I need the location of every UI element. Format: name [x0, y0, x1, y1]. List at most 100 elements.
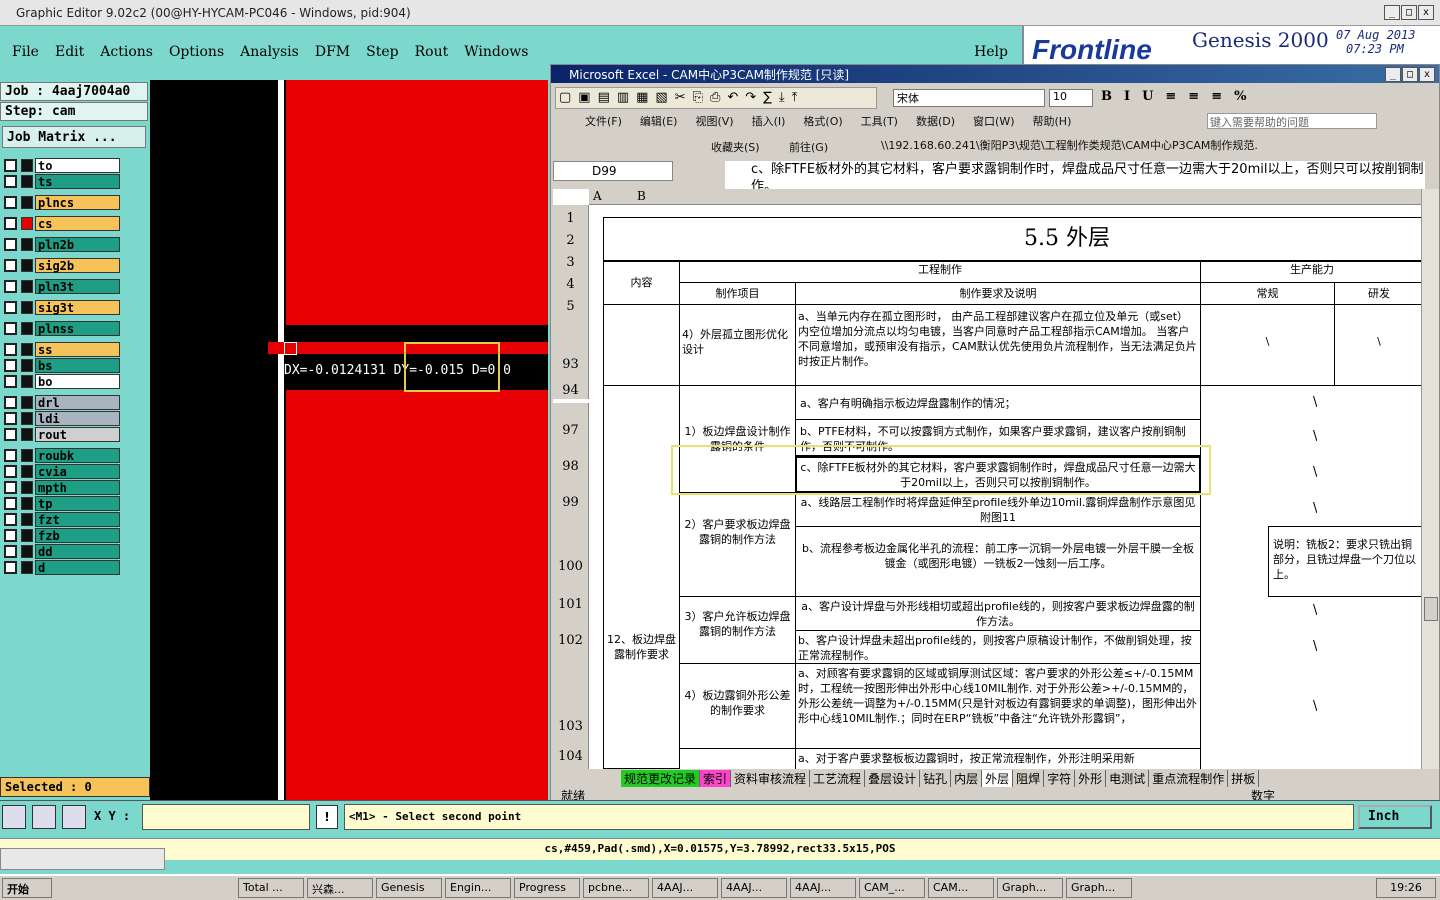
- sheet-tab[interactable]: 工艺流程: [810, 769, 866, 787]
- sheet-tab[interactable]: 内层: [951, 769, 983, 787]
- layer-checkbox[interactable]: [4, 561, 17, 574]
- row-header[interactable]: 2: [553, 227, 589, 249]
- address-bar[interactable]: \\192.168.60.241\衡阳P3\规范\工程制作类规范\CAM中心P3…: [881, 137, 1281, 153]
- layer-row[interactable]: cvia: [4, 464, 120, 479]
- task-button[interactable]: Engin...: [445, 878, 511, 898]
- zoom-tool-icon[interactable]: [2, 805, 26, 829]
- task-button[interactable]: Progress: [514, 878, 580, 898]
- menu-options[interactable]: Options: [169, 44, 224, 60]
- layer-checkbox[interactable]: [4, 217, 17, 230]
- ime-bar[interactable]: [0, 848, 165, 870]
- standard-toolbar[interactable]: ▢▣▤▥▦▧✂⎘⎙↶↷∑⤓⤒: [555, 87, 877, 109]
- layer-checkbox[interactable]: [4, 175, 17, 188]
- layer-row[interactable]: drl: [4, 395, 120, 410]
- favorites-menu[interactable]: 收藏夹(S): [711, 139, 760, 155]
- minimize-button[interactable]: _: [1384, 5, 1400, 20]
- task-button[interactable]: Genesis: [376, 878, 442, 898]
- row-header[interactable]: 104: [553, 735, 589, 765]
- layer-checkbox[interactable]: [4, 359, 17, 372]
- grid-tool-icon[interactable]: [62, 805, 86, 829]
- row-header[interactable]: 98: [553, 439, 589, 475]
- menu-rout[interactable]: Rout: [415, 44, 449, 60]
- row-header[interactable]: 97: [553, 403, 589, 439]
- menu-help[interactable]: Help: [974, 44, 1008, 60]
- sheet-tab[interactable]: 外形: [1075, 769, 1107, 787]
- row-header[interactable]: 1: [553, 205, 589, 227]
- layer-row[interactable]: plnss: [4, 321, 120, 336]
- layer-row[interactable]: bo: [4, 374, 120, 389]
- scroll-thumb[interactable]: [1424, 597, 1438, 621]
- job-matrix-button[interactable]: Job Matrix ...: [2, 126, 146, 148]
- close-button[interactable]: x: [1418, 5, 1434, 20]
- excel-menu-edit[interactable]: 编辑(E): [640, 113, 678, 129]
- excel-menu-help[interactable]: 帮助(H): [1033, 113, 1072, 129]
- row-header[interactable]: 102: [553, 613, 589, 649]
- name-box[interactable]: D99: [553, 161, 673, 181]
- spreadsheet-grid[interactable]: AB 5.5 外层 内容 工程制作 生产能力 制作项目 制作要求及说明 常规 研…: [553, 189, 1421, 769]
- menu-analysis[interactable]: Analysis: [240, 44, 299, 60]
- menu-dfm[interactable]: DFM: [315, 44, 350, 60]
- layer-row[interactable]: fzb: [4, 528, 120, 543]
- vertical-scrollbar[interactable]: [1421, 189, 1439, 769]
- task-button[interactable]: CAM_...: [859, 878, 925, 898]
- excel-menu-file[interactable]: 文件(F): [585, 113, 622, 129]
- row-header[interactable]: 101: [553, 575, 589, 613]
- help-search-input[interactable]: 键入需要帮助的问题: [1207, 113, 1377, 129]
- task-button[interactable]: Graph...: [1066, 878, 1132, 898]
- layer-row[interactable]: dd: [4, 544, 120, 559]
- row-header[interactable]: 94: [553, 373, 589, 399]
- row-header[interactable]: 93: [553, 315, 589, 373]
- font-select[interactable]: 宋体: [893, 89, 1045, 107]
- task-button[interactable]: Total ...: [238, 878, 304, 898]
- excel-minimize-button[interactable]: _: [1385, 67, 1401, 82]
- layer-row[interactable]: to: [4, 158, 120, 173]
- layer-checkbox[interactable]: [4, 449, 17, 462]
- excel-menu-window[interactable]: 窗口(W): [973, 113, 1014, 129]
- layer-row[interactable]: plncs: [4, 195, 120, 210]
- sheet-tab[interactable]: 阻焊: [1013, 769, 1045, 787]
- menu-windows[interactable]: Windows: [464, 44, 528, 60]
- task-button[interactable]: 4AAJ...: [652, 878, 718, 898]
- excel-menu-format[interactable]: 格式(O): [803, 113, 842, 129]
- row-header[interactable]: 3: [553, 249, 589, 271]
- maximize-button[interactable]: □: [1401, 5, 1417, 20]
- layer-row[interactable]: ts: [4, 174, 120, 189]
- task-button[interactable]: pcbne...: [583, 878, 649, 898]
- format-toolbar[interactable]: BIU≡≡≡%: [1101, 89, 1258, 104]
- sheet-tab[interactable]: 规范更改记录: [621, 769, 701, 787]
- sheet-tab[interactable]: 资料审核流程: [731, 769, 811, 787]
- sheet-tab[interactable]: 叠层设计: [865, 769, 921, 787]
- layer-row[interactable]: rout: [4, 427, 120, 442]
- measure-tool-icon[interactable]: [32, 805, 56, 829]
- sheet-tab[interactable]: 外层: [982, 769, 1014, 787]
- task-button[interactable]: Graph...: [997, 878, 1063, 898]
- layer-checkbox[interactable]: [4, 196, 17, 209]
- layer-row[interactable]: bs: [4, 358, 120, 373]
- sheet-tab[interactable]: 电测试: [1106, 769, 1150, 787]
- task-button[interactable]: 4AAJ...: [721, 878, 787, 898]
- layer-checkbox[interactable]: [4, 513, 17, 526]
- menu-edit[interactable]: Edit: [55, 44, 84, 60]
- graphics-canvas[interactable]: DX=-0.0124131 DY=-0.015 D=0.0: [150, 80, 548, 800]
- excel-menu-insert[interactable]: 插入(I): [752, 113, 786, 129]
- row-header[interactable]: 100: [553, 511, 589, 575]
- layer-checkbox[interactable]: [4, 465, 17, 478]
- layer-checkbox[interactable]: [4, 412, 17, 425]
- layer-row[interactable]: fzt: [4, 512, 120, 527]
- row-header[interactable]: 4: [553, 271, 589, 293]
- excel-menu-tools[interactable]: 工具(T): [861, 113, 898, 129]
- layer-checkbox[interactable]: [4, 159, 17, 172]
- sheet-tab[interactable]: 索引: [700, 769, 732, 787]
- excel-menu-view[interactable]: 视图(V): [695, 113, 733, 129]
- task-button[interactable]: 兴森...: [307, 878, 373, 898]
- menu-step[interactable]: Step: [366, 44, 398, 60]
- excel-window[interactable]: Microsoft Excel - CAM中心P3CAM制作规范 [只读] _ …: [550, 64, 1440, 805]
- layer-row[interactable]: sig2b: [4, 258, 120, 273]
- layer-checkbox[interactable]: [4, 529, 17, 542]
- unit-select[interactable]: Inch: [1358, 805, 1432, 829]
- font-size-select[interactable]: 10: [1049, 89, 1093, 107]
- alert-icon[interactable]: !: [316, 805, 338, 829]
- layer-checkbox[interactable]: [4, 343, 17, 356]
- xy-input[interactable]: [142, 804, 310, 830]
- row-header[interactable]: 99: [553, 475, 589, 511]
